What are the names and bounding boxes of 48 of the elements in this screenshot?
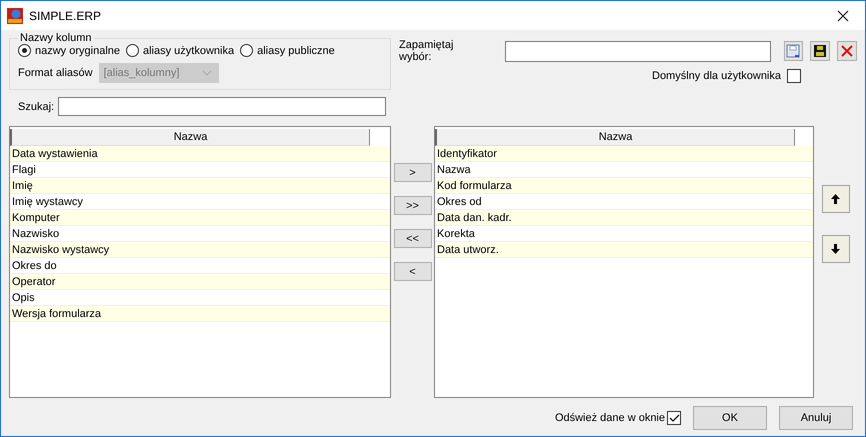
list-row[interactable]: Identyfikator	[435, 146, 813, 162]
move-button[interactable]: >	[394, 163, 432, 182]
group-legend: Nazwy kolumn	[18, 32, 94, 44]
column-header[interactable]: Nazwa	[435, 129, 795, 146]
arrow-down-icon	[831, 244, 840, 254]
remember-field[interactable]	[505, 40, 771, 62]
window-title: SIMPLE.ERP	[29, 8, 102, 22]
list-row[interactable]: Data utworz.	[435, 242, 813, 258]
list-row[interactable]: Wersja formularza	[10, 306, 390, 322]
move-button[interactable]: >>	[394, 196, 432, 215]
radio-icon[interactable]	[240, 44, 254, 57]
delete-button[interactable]	[837, 41, 857, 61]
radio-icon[interactable]	[126, 44, 139, 57]
field-label: Zapamiętaj wybór:	[399, 39, 454, 63]
list-row[interactable]: Imię	[10, 178, 390, 194]
refresh-checkbox-row[interactable]: Odśwież dane w oknie	[554, 411, 681, 425]
search-field[interactable]	[58, 97, 386, 116]
field-label: Format aliasów	[18, 67, 93, 79]
close-icon	[841, 45, 854, 57]
move-button[interactable]: <	[394, 262, 432, 281]
floppy-icon	[786, 44, 800, 58]
column-header[interactable]: Nazwa	[10, 129, 370, 146]
dialog-button[interactable]: OK	[693, 406, 767, 430]
move-down-button[interactable]	[822, 235, 850, 263]
list-row[interactable]: Data dan. kadr.	[435, 210, 813, 226]
radio-option[interactable]: nazwy oryginalne	[18, 44, 120, 57]
default-checkbox-row[interactable]: Domyślny dla użytkownika	[652, 69, 801, 83]
radio-option[interactable]: aliasy użytkownika	[126, 44, 234, 57]
move-up-button[interactable]	[822, 185, 850, 213]
arrow-up-icon	[831, 194, 840, 204]
list-row[interactable]: Nazwisko wystawcy	[10, 242, 390, 258]
radio-option[interactable]: aliasy publiczne	[240, 44, 335, 57]
dialog-button[interactable]: Anuluj	[779, 406, 853, 430]
radio-icon[interactable]	[18, 44, 31, 57]
checkbox[interactable]	[787, 69, 801, 83]
app-icon	[7, 8, 23, 24]
list-row[interactable]: Komputer	[10, 210, 390, 226]
save-as-button[interactable]	[784, 41, 804, 61]
caret-icon	[202, 70, 212, 76]
list-row[interactable]: Data wystawienia	[10, 146, 390, 162]
list-row[interactable]: Kod formularza	[435, 178, 813, 194]
floppy-icon	[813, 44, 828, 58]
list-row[interactable]: Operator	[10, 274, 390, 290]
move-button[interactable]: <<	[394, 229, 432, 248]
field-label: Szukaj:	[18, 100, 54, 112]
save-button[interactable]	[810, 41, 830, 61]
close-icon[interactable]	[837, 10, 849, 22]
checkbox[interactable]	[667, 411, 681, 425]
